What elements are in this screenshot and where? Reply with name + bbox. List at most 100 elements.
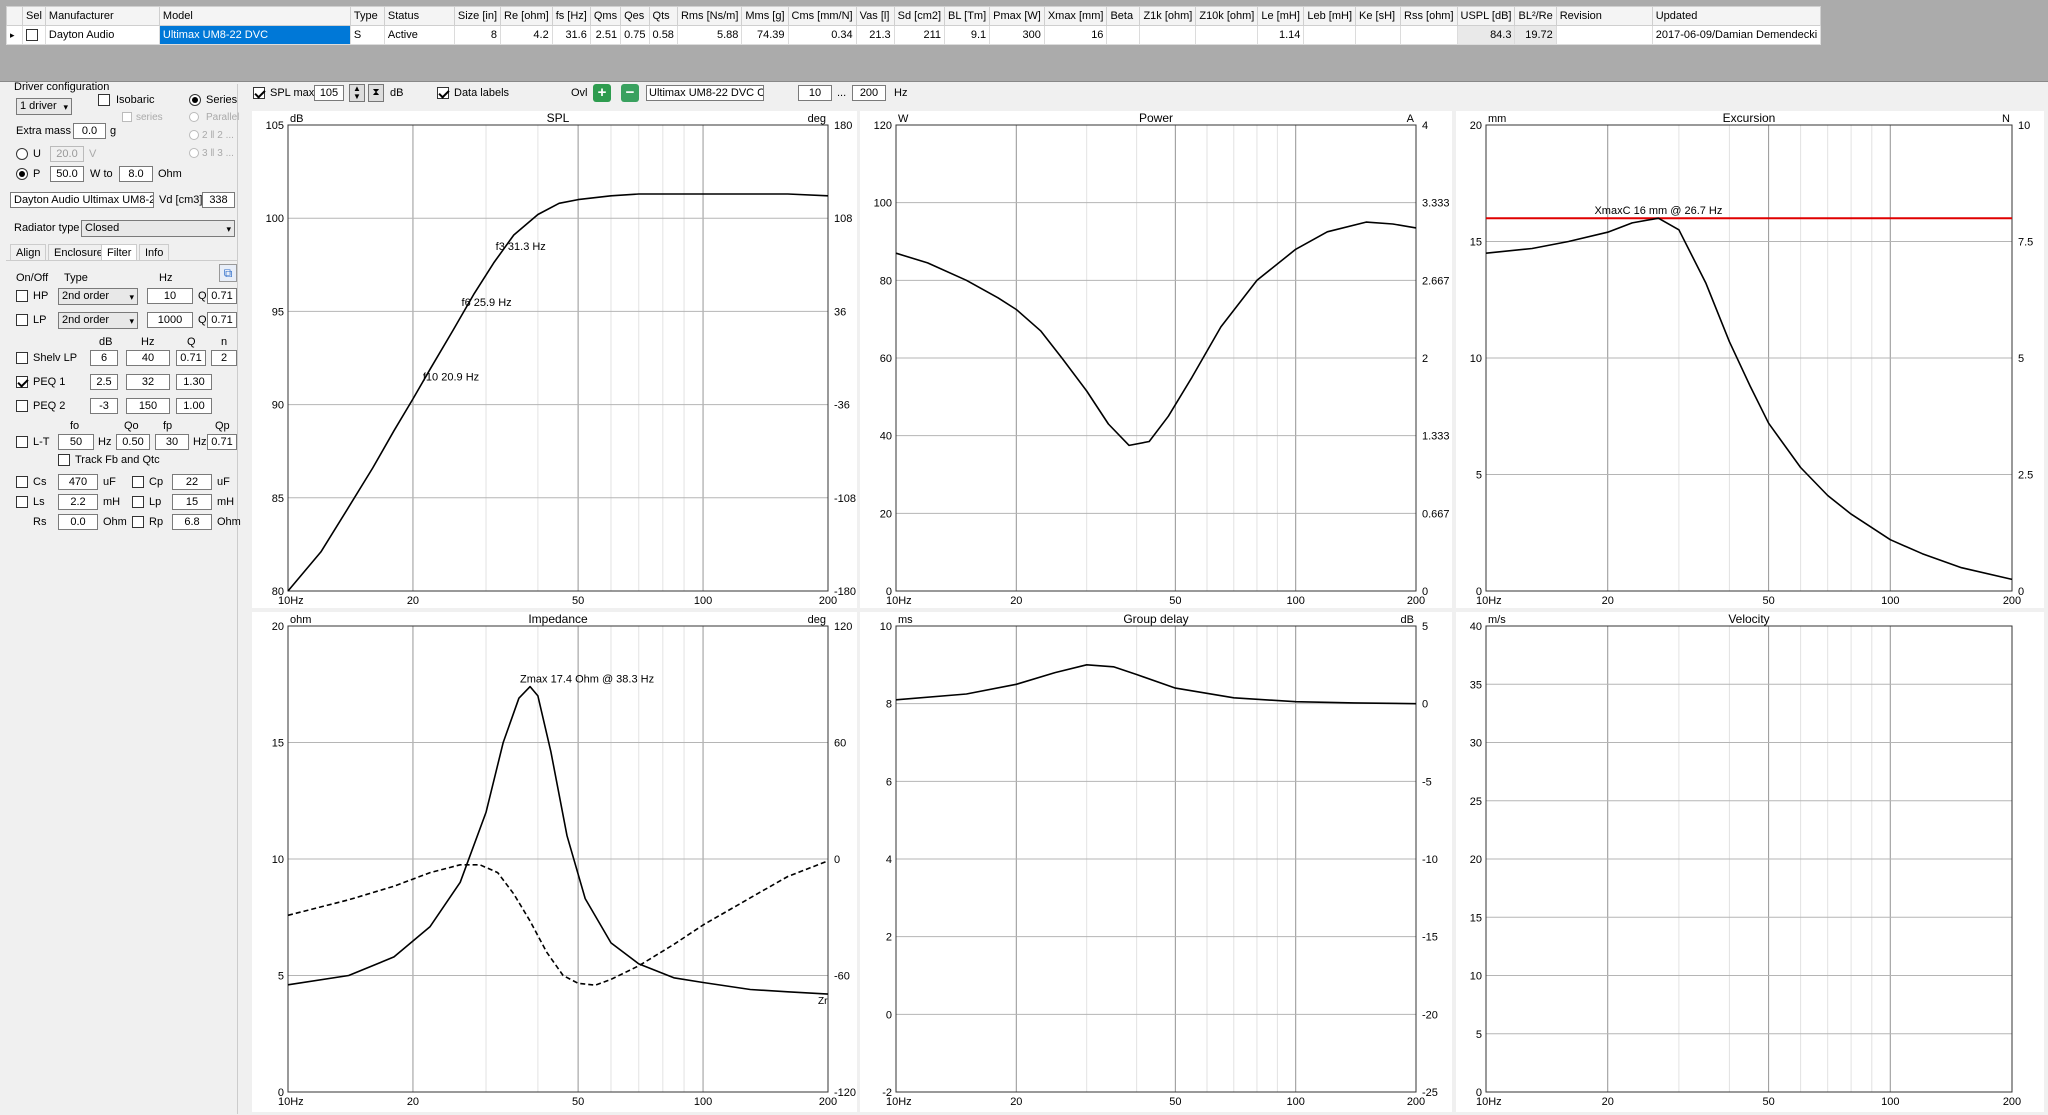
cell-bl[interactable]: 9.1 <box>944 25 991 45</box>
cell-model[interactable]: Ultimax UM8-22 DVC <box>158 25 351 45</box>
shelv-db-input[interactable]: 6 <box>90 350 118 366</box>
peq1-checkbox[interactable] <box>16 376 28 388</box>
vd-field[interactable]: 338 <box>202 192 235 208</box>
freq-from-input[interactable]: 10 <box>798 85 832 101</box>
cell-leb[interactable] <box>1303 25 1357 45</box>
lp2-input[interactable]: 15 <box>172 494 212 510</box>
column-header[interactable]: Ke [sH] <box>1355 6 1402 26</box>
driver-name-field[interactable]: Dayton Audio Ultimax UM8-22 <box>10 192 154 208</box>
column-header[interactable]: Manufacturer <box>44 6 160 26</box>
cell-re[interactable]: 4.2 <box>500 25 553 45</box>
driver-table[interactable]: Sel Manufacturer Model Type Status Size … <box>6 6 1822 45</box>
tab-enclosure[interactable]: Enclosure <box>48 244 109 260</box>
lp2-checkbox[interactable] <box>132 496 144 508</box>
tab-align[interactable]: Align <box>10 244 47 260</box>
chart-spl[interactable]: 105 100 95 90 85 80 180 108 36 -36 -108 -180 10Hz 20 5… <box>252 111 857 608</box>
cell-xmax[interactable]: 16 <box>1043 25 1108 45</box>
lp-q-input[interactable]: 0.71 <box>207 312 237 328</box>
column-header[interactable]: Beta <box>1106 6 1141 26</box>
column-header[interactable]: Pmax [W] <box>989 6 1045 26</box>
cell-updated[interactable]: 2017-06-09/Damian Demendecki <box>1651 25 1822 45</box>
column-header[interactable]: Xmax [mm] <box>1043 6 1108 26</box>
spl-max-input[interactable]: 105 <box>314 85 344 101</box>
parallel-radio[interactable] <box>189 112 199 122</box>
config-3-radio[interactable] <box>189 148 199 158</box>
lt-qp-input[interactable]: 0.71 <box>207 434 237 450</box>
cs-checkbox[interactable] <box>16 476 28 488</box>
cell-vas[interactable]: 21.3 <box>855 25 895 45</box>
column-header[interactable]: USPL [dB] <box>1456 6 1516 26</box>
cell-ke[interactable] <box>1355 25 1402 45</box>
peq2-hz-input[interactable]: 150 <box>126 398 170 414</box>
column-header[interactable]: Status <box>383 6 455 26</box>
cell-rms[interactable]: 5.88 <box>676 25 743 45</box>
rp-checkbox[interactable] <box>132 516 144 528</box>
rs-input[interactable]: 0.0 <box>58 514 98 530</box>
add-overlay-button[interactable]: + <box>593 84 611 102</box>
shelv-lp-checkbox[interactable] <box>16 352 28 364</box>
shelv-n-input[interactable]: 2 <box>211 350 237 366</box>
column-header[interactable]: Model <box>158 6 351 26</box>
copy-icon[interactable]: ⧉ <box>219 264 237 282</box>
driver-count-select[interactable]: 1 driver ▾ <box>16 98 72 115</box>
cell-type[interactable]: S <box>349 25 385 45</box>
column-header[interactable]: Mms [g] <box>741 6 789 26</box>
lt-fo-input[interactable]: 50 <box>58 434 94 450</box>
cell-pmax[interactable]: 300 <box>989 25 1045 45</box>
column-header[interactable]: Sel <box>22 6 46 26</box>
chart-impedance[interactable]: 20 15 10 5 0 120 60 0 -60 -120 10Hz 20 50 100 200 Imped… <box>252 612 857 1112</box>
peq1-db-input[interactable]: 2.5 <box>90 374 118 390</box>
column-header[interactable]: Type <box>349 6 385 26</box>
chart-group-delay[interactable]: 10 8 6 4 2 0 -2 5 0 -5 -10 -15 -20 -25 10Hz 20 50 100 200 G… <box>860 612 1452 1112</box>
hp-q-input[interactable]: 0.71 <box>207 288 237 304</box>
data-labels-checkbox[interactable] <box>437 87 449 99</box>
column-header[interactable]: Vas [l] <box>855 6 895 26</box>
cell-size[interactable]: 8 <box>453 25 502 45</box>
column-header[interactable]: BL [Tm] <box>944 6 991 26</box>
cell-status[interactable]: Active <box>383 25 455 45</box>
rp-input[interactable]: 6.8 <box>172 514 212 530</box>
table-row[interactable]: ▸ Dayton Audio Ultimax UM8-22 DVC S Acti… <box>6 25 1822 45</box>
nominal-ohm-input[interactable]: 8.0 <box>119 166 153 182</box>
lt-checkbox[interactable] <box>16 436 28 448</box>
peq2-checkbox[interactable] <box>16 400 28 412</box>
cell-cms[interactable]: 0.34 <box>787 25 857 45</box>
shelv-q-input[interactable]: 0.71 <box>176 350 206 366</box>
series-small-checkbox[interactable] <box>122 112 132 122</box>
chart-power[interactable]: 120 100 80 60 40 20 0 4 3.333 2.667 2 1.333 0.667 0 10… <box>860 111 1452 608</box>
cp-input[interactable]: 22 <box>172 474 212 490</box>
cell-qms[interactable]: 2.51 <box>589 25 622 45</box>
peq1-q-input[interactable]: 1.30 <box>176 374 212 390</box>
column-header[interactable]: Qes <box>620 6 650 26</box>
column-header[interactable]: Qms <box>589 6 622 26</box>
freq-to-input[interactable]: 200 <box>852 85 886 101</box>
select-checkbox[interactable] <box>26 29 38 42</box>
column-header[interactable]: BL²/Re <box>1514 6 1557 26</box>
column-header[interactable]: Cms [mm/N] <box>787 6 857 26</box>
column-header[interactable]: Sd [cm2] <box>893 6 946 26</box>
cell-bl2re[interactable]: 19.72 <box>1514 25 1557 45</box>
spl-auto-icon[interactable]: ⧗ <box>368 84 384 102</box>
column-header[interactable]: Re [ohm] <box>500 6 553 26</box>
column-header[interactable]: Rms [Ns/m] <box>676 6 743 26</box>
cell-sd[interactable]: 211 <box>893 25 946 45</box>
lp-order-select[interactable]: 2nd order ▾ <box>58 312 138 329</box>
cell-fs[interactable]: 31.6 <box>551 25 591 45</box>
peq2-q-input[interactable]: 1.00 <box>176 398 212 414</box>
column-header[interactable]: Qts <box>648 6 678 26</box>
lp-checkbox[interactable] <box>16 314 28 326</box>
lt-qo-input[interactable]: 0.50 <box>116 434 150 450</box>
spl-max-checkbox[interactable] <box>253 87 265 99</box>
config-2-radio[interactable] <box>189 130 199 140</box>
peq2-db-input[interactable]: -3 <box>90 398 118 414</box>
cell-mms[interactable]: 74.39 <box>741 25 789 45</box>
spl-spinner-icon[interactable]: ▲ ▼ <box>349 84 365 102</box>
cell-uspl[interactable]: 84.3 <box>1456 25 1516 45</box>
lt-fp-input[interactable]: 30 <box>155 434 189 450</box>
series-radio[interactable] <box>189 94 201 106</box>
remove-overlay-button[interactable]: − <box>621 84 639 102</box>
power-radio[interactable] <box>16 168 28 180</box>
peq1-hz-input[interactable]: 32 <box>126 374 170 390</box>
hp-hz-input[interactable]: 10 <box>147 288 193 304</box>
track-fb-checkbox[interactable] <box>58 454 70 466</box>
